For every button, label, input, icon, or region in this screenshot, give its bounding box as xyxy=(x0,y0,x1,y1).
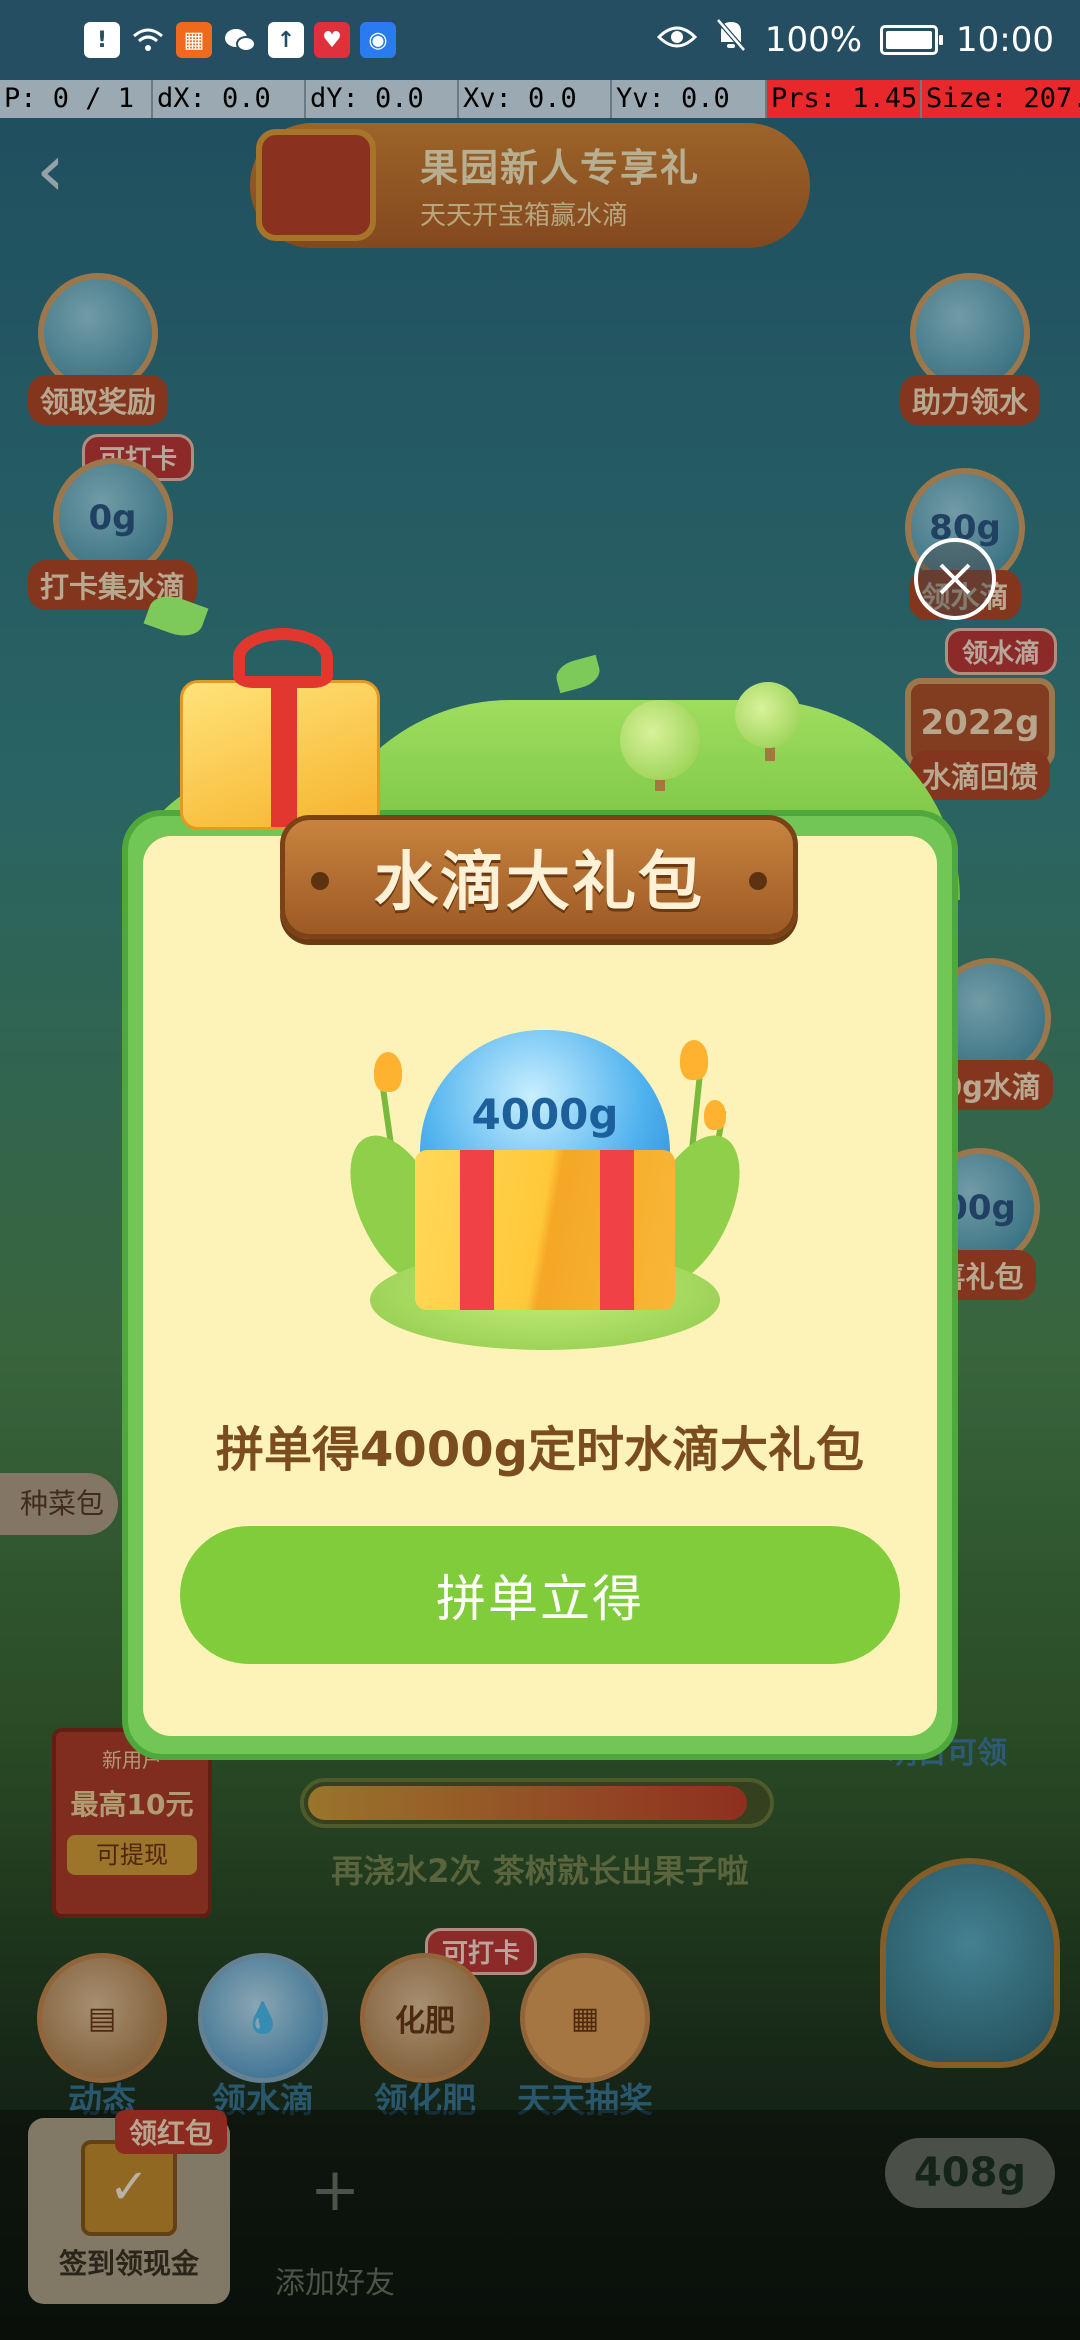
battery-icon xyxy=(880,24,944,55)
app-blue-icon: ◉ xyxy=(360,22,396,58)
pressure: Prs: 1.45 xyxy=(767,80,922,118)
gift-box-icon xyxy=(180,628,380,830)
gift-amount: 4000g xyxy=(471,1090,619,1139)
notification-icons: ! ▦ ↑ ♥ ◉ xyxy=(84,22,396,58)
pointer-count: P: 0 / 1 xyxy=(0,80,153,118)
mute-bell-icon xyxy=(715,18,747,61)
tree-icon xyxy=(735,682,801,748)
velocity-x: Xv: 0.0 xyxy=(459,80,612,118)
eye-icon xyxy=(656,20,697,60)
group-buy-claim-button[interactable]: 拼单立得 xyxy=(180,1526,900,1664)
wifi-icon xyxy=(130,22,166,58)
tree-icon xyxy=(620,700,700,780)
close-icon xyxy=(939,563,971,595)
delta-y: dY: 0.0 xyxy=(306,80,459,118)
app-red-icon: ♥ xyxy=(314,22,350,58)
status-right: 100% 10:00 xyxy=(656,18,1054,61)
modal-caption: 拼单得4000g定时水滴大礼包 xyxy=(216,1422,864,1478)
velocity-y: Yv: 0.0 xyxy=(612,80,767,118)
modal-title: 水滴大礼包 xyxy=(374,846,704,920)
touch-size: Size: 207.0 xyxy=(922,80,1080,118)
alert-icon: ! xyxy=(84,22,120,58)
clock: 10:00 xyxy=(956,19,1054,60)
close-button[interactable] xyxy=(914,538,996,620)
pointer-location-overlay: P: 0 / 1 dX: 0.0 dY: 0.0 Xv: 0.0 Yv: 0.0… xyxy=(0,80,1080,118)
upload-icon: ↑ xyxy=(268,22,304,58)
status-bar: ! ▦ ↑ ♥ ◉ 100% 10:00 xyxy=(0,0,1080,80)
water-gift-illustration: 4000g xyxy=(329,1020,761,1350)
battery-percent: 100% xyxy=(764,19,863,60)
delta-x: dX: 0.0 xyxy=(153,80,306,118)
gift-box-icon xyxy=(415,1150,675,1310)
wechat-icon xyxy=(222,22,258,58)
app-orange-icon: ▦ xyxy=(176,22,212,58)
modal-title-plank: 水滴大礼包 xyxy=(280,815,798,939)
